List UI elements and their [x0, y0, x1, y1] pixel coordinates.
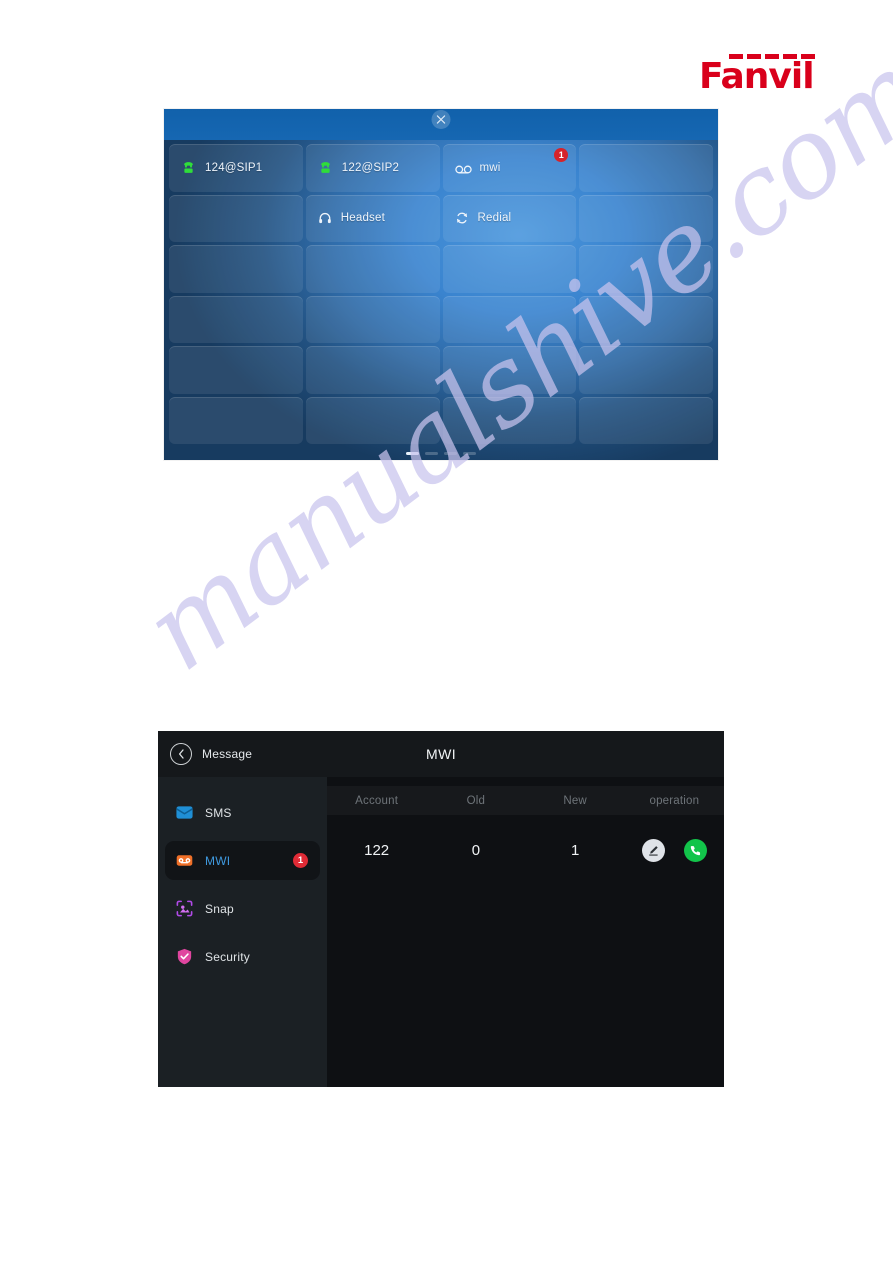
chevron-left-icon[interactable]	[170, 743, 192, 765]
logo-text: Fanvil	[699, 56, 815, 97]
dss-key-empty[interactable]	[305, 346, 440, 394]
dss-key-label: Redial	[477, 212, 512, 225]
column-header-old: Old	[466, 794, 486, 807]
dss-topbar	[164, 109, 718, 140]
dss-key-grid: 124@SIP1 122@SIP2 mwi 1 Headset Redial	[164, 140, 718, 444]
close-icon[interactable]	[431, 110, 451, 129]
page-indicator[interactable]	[406, 452, 476, 455]
back-label[interactable]: Message	[202, 747, 252, 761]
dss-key-empty[interactable]	[579, 295, 713, 343]
security-shield-icon	[175, 947, 194, 966]
cell-account: 122	[364, 841, 390, 859]
sidebar-item-mwi[interactable]: MWI 1	[165, 841, 320, 880]
table-header-row: Account Old New operation	[327, 786, 724, 815]
cell-new: 1	[570, 841, 580, 859]
page-title: MWI	[426, 746, 456, 762]
dss-key-124-sip1[interactable]: 124@SIP1	[169, 144, 303, 192]
cell-old: 0	[471, 841, 481, 859]
dss-key-empty[interactable]	[442, 346, 577, 394]
dss-key-empty[interactable]	[305, 295, 440, 343]
dss-key-empty[interactable]	[169, 194, 303, 242]
dss-key-empty[interactable]	[442, 245, 577, 293]
dss-key-headset[interactable]: Headset	[305, 194, 440, 242]
page-dot-4[interactable]	[463, 452, 476, 455]
sidebar-item-label: Snap	[205, 901, 234, 916]
dss-key-mwi[interactable]: mwi 1	[442, 144, 577, 192]
dss-key-empty[interactable]	[579, 245, 713, 293]
redial-icon	[455, 211, 469, 225]
phone-handset-green-icon	[181, 160, 196, 175]
dss-key-122-sip2[interactable]: 122@SIP2	[305, 144, 440, 192]
dss-key-screenshot: 124@SIP1 122@SIP2 mwi 1 Headset Redial	[164, 109, 718, 460]
dss-key-empty[interactable]	[305, 245, 440, 293]
dss-key-empty[interactable]	[169, 245, 303, 293]
fanvil-logo: Fanvil	[699, 54, 821, 97]
phone-handset-green-icon	[318, 160, 333, 175]
dss-key-empty[interactable]	[579, 194, 713, 242]
dss-key-empty[interactable]	[169, 396, 303, 444]
dss-key-empty[interactable]	[579, 144, 713, 192]
column-header-account: Account	[355, 794, 399, 807]
sidebar-item-snap[interactable]: Snap	[165, 889, 320, 928]
voicemail-icon	[454, 162, 472, 174]
cell-operation	[625, 815, 724, 885]
message-sidebar: SMS MWI 1 Snap Security	[158, 777, 327, 1087]
dss-key-label: mwi	[479, 161, 501, 174]
message-header: Message MWI	[158, 731, 724, 777]
dss-key-badge: 1	[554, 148, 569, 162]
dss-key-empty[interactable]	[305, 396, 440, 444]
dss-key-label: 122@SIP2	[341, 161, 400, 174]
mwi-icon	[175, 851, 194, 870]
dss-key-label: 124@SIP1	[205, 161, 263, 174]
dss-key-empty[interactable]	[169, 295, 303, 343]
dss-key-empty[interactable]	[169, 346, 303, 394]
sidebar-item-security[interactable]: Security	[165, 937, 320, 976]
table-row[interactable]: 122 0 1	[327, 815, 724, 885]
sidebar-item-label: Security	[205, 949, 250, 964]
page-dot-1[interactable]	[406, 452, 419, 455]
snap-icon	[175, 899, 194, 918]
message-body: SMS MWI 1 Snap Security Account Old New …	[158, 777, 724, 1087]
message-mwi-screenshot: Message MWI SMS MWI 1 Snap Security Acco…	[158, 731, 724, 1087]
sidebar-item-sms[interactable]: SMS	[165, 793, 320, 832]
page-dot-3[interactable]	[444, 452, 457, 455]
sidebar-item-label: SMS	[205, 805, 232, 820]
headset-icon	[318, 211, 332, 225]
column-header-operation: operation	[649, 794, 700, 807]
sms-icon	[175, 803, 194, 822]
dss-key-empty[interactable]	[442, 295, 577, 343]
dss-key-empty[interactable]	[442, 396, 577, 444]
dss-key-redial[interactable]: Redial	[442, 194, 577, 242]
page-dot-2[interactable]	[425, 452, 438, 455]
sidebar-item-label: MWI	[205, 853, 231, 868]
column-header-new: New	[563, 794, 587, 807]
sidebar-item-badge: 1	[293, 853, 308, 868]
mwi-table: Account Old New operation 122 0 1	[327, 786, 724, 885]
edit-icon[interactable]	[641, 838, 665, 862]
call-icon[interactable]	[683, 838, 707, 862]
dss-key-empty[interactable]	[579, 346, 713, 394]
dss-key-label: Headset	[340, 212, 385, 225]
mwi-content-panel: Account Old New operation 122 0 1	[327, 777, 724, 1087]
dss-key-empty[interactable]	[579, 396, 713, 444]
